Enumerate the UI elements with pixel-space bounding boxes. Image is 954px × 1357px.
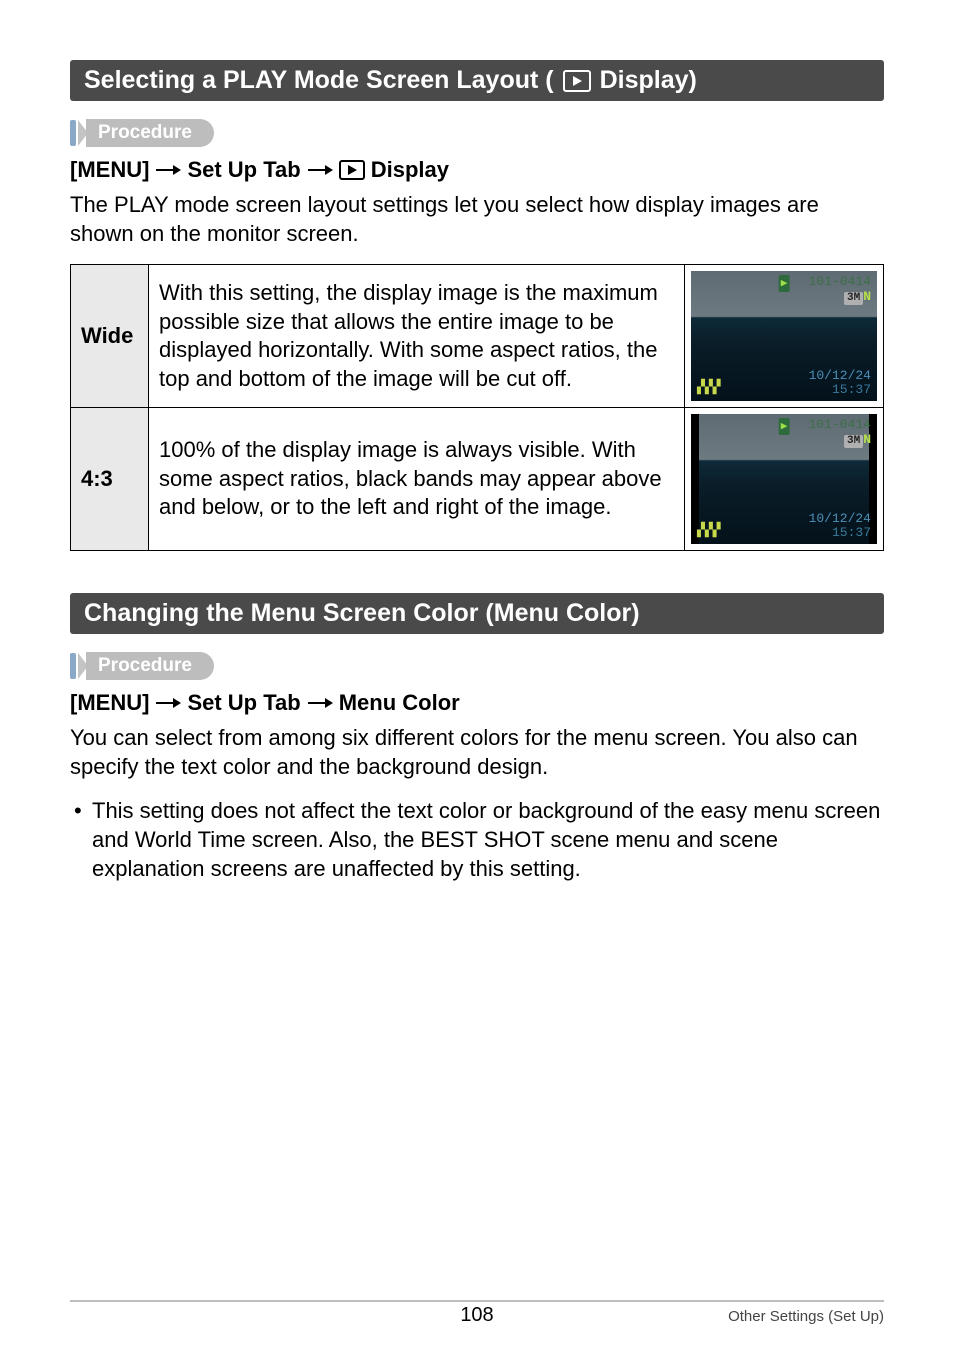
table-row: Wide With this setting, the display imag… — [71, 265, 884, 408]
note-item: This setting does not affect the text co… — [70, 797, 884, 883]
path-menu: [MENU] — [70, 690, 149, 716]
procedure-label-row: Procedure — [70, 119, 884, 147]
path-display: Display — [371, 157, 449, 183]
heading-text-post: Display) — [600, 66, 697, 95]
path-setup: Set Up Tab — [187, 690, 300, 716]
preview-date: 10/12/24 — [809, 369, 871, 383]
procedure-marker — [70, 120, 76, 146]
procedure-marker — [70, 653, 76, 679]
preview-play-indicator: ▶ — [779, 275, 790, 292]
option-desc-4-3: 100% of the display image is always visi… — [149, 408, 685, 551]
menu-path-play-display: [MENU] Set Up Tab Display — [70, 157, 884, 183]
playback-icon — [563, 70, 591, 92]
preview-time: 15:37 — [809, 383, 871, 397]
page-footer: . 108 Other Settings (Set Up) — [70, 1300, 884, 1325]
arrow-icon — [155, 163, 181, 177]
intro-paragraph-menu-color: You can select from among six different … — [70, 724, 884, 781]
path-setup: Set Up Tab — [187, 157, 300, 183]
arrow-icon — [307, 163, 333, 177]
preview-flag: N — [863, 432, 871, 447]
section-heading-menu-color: Changing the Menu Screen Color (Menu Col… — [70, 593, 884, 634]
preview-flag: N — [863, 289, 871, 304]
option-thumb-wide: ▶ 101-0414 3MN 10/12/24 15:37 ▞▞▞ — [685, 265, 884, 408]
preview-battery-icon: ▞▞▞ — [697, 380, 720, 397]
preview-battery-icon: ▞▞▞ — [697, 523, 720, 540]
preview-file: 101-0414 — [809, 275, 871, 290]
arrow-icon — [155, 696, 181, 710]
preview-wide: ▶ 101-0414 3MN 10/12/24 15:37 ▞▞▞ — [691, 271, 877, 401]
table-row: 4:3 100% of the display image is always … — [71, 408, 884, 551]
preview-file: 101-0414 — [809, 418, 871, 433]
arrow-icon — [307, 696, 333, 710]
preview-date: 10/12/24 — [809, 512, 871, 526]
option-key-wide: Wide — [71, 265, 149, 408]
preview-size-badge: 3M — [844, 435, 863, 448]
option-thumb-4-3: ▶ 101-0414 3MN 10/12/24 15:37 ▞▞▞ — [685, 408, 884, 551]
preview-play-indicator: ▶ — [779, 418, 790, 435]
option-desc-wide: With this setting, the display image is … — [149, 265, 685, 408]
intro-paragraph-play-display: The PLAY mode screen layout settings let… — [70, 191, 884, 248]
heading-text-menu-color: Changing the Menu Screen Color (Menu Col… — [84, 599, 640, 628]
procedure-label-row: Procedure — [70, 652, 884, 680]
option-key-4-3: 4:3 — [71, 408, 149, 551]
procedure-pill: Procedure — [86, 119, 214, 147]
preview-time: 15:37 — [809, 526, 871, 540]
procedure-pill: Procedure — [86, 652, 214, 680]
playback-icon-dark — [339, 160, 365, 180]
display-options-table: Wide With this setting, the display imag… — [70, 264, 884, 551]
preview-4-3: ▶ 101-0414 3MN 10/12/24 15:37 ▞▞▞ — [691, 414, 877, 544]
section-heading-play-display: Selecting a PLAY Mode Screen Layout ( Di… — [70, 60, 884, 101]
notes-list: This setting does not affect the text co… — [70, 797, 884, 883]
heading-text-pre: Selecting a PLAY Mode Screen Layout ( — [84, 66, 554, 95]
menu-path-menu-color: [MENU] Set Up Tab Menu Color — [70, 690, 884, 716]
path-menu-color: Menu Color — [339, 690, 460, 716]
preview-size-badge: 3M — [844, 292, 863, 305]
page-number: 108 — [460, 1304, 493, 1327]
footer-section-label: Other Settings (Set Up) — [728, 1308, 884, 1325]
path-menu: [MENU] — [70, 157, 149, 183]
